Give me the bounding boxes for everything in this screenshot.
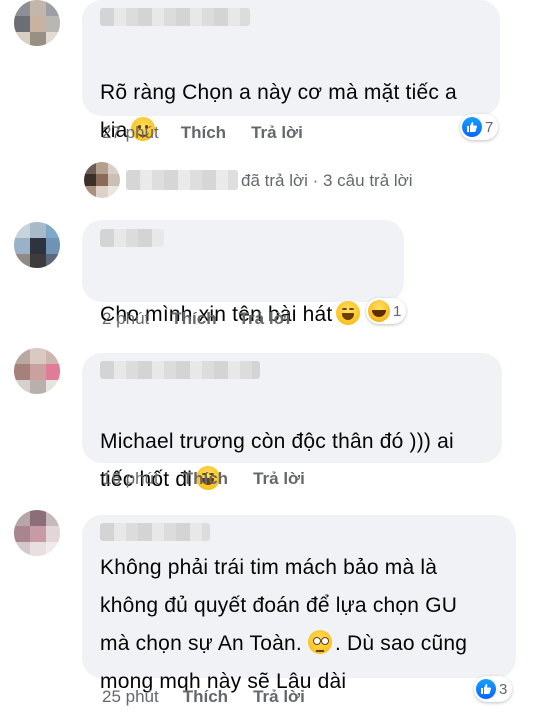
reply-button[interactable]: Trả lời [239,309,291,329]
reaction-count: 1 [393,302,402,320]
comment-meta: 16 phút Thích Trả lời [102,469,305,489]
like-button[interactable]: Thích [183,469,228,489]
comment-time[interactable]: 25 phút [102,687,159,707]
comment-bubble: Không phải trái tim mách bảo mà là không… [82,515,516,693]
haha-icon [368,300,390,322]
comment-line: Không phải trái tim mách bảo mà là [100,556,438,579]
comment-time[interactable]: 16 phút [102,469,159,489]
like-button[interactable]: Thích [183,687,228,707]
comment-bubble: Cho mình xin tên bài hát [82,220,404,326]
reaction-count-badge[interactable]: 3 [474,676,513,702]
comment-meta: 2 phút Thích Trả lời [102,309,290,329]
commenter-name[interactable] [100,8,250,26]
commenter-name[interactable] [100,229,164,247]
reaction-count-badge[interactable]: 1 [366,298,407,324]
comment-time[interactable]: 27 phút [102,123,159,143]
avatar[interactable] [14,348,60,394]
comment-bubble: Michael trương còn độc thân đó ))) ai ti… [82,353,502,491]
comment-meta: 25 phút Thích Trả lời [102,687,305,707]
reaction-count: 7 [485,118,494,136]
commenter-name[interactable] [100,523,210,541]
like-icon [462,117,482,137]
comment-time[interactable]: 2 phút [102,309,149,329]
reply-author-name[interactable] [126,170,238,190]
comment-line: không đủ quyết đoán để lựa chọn GU [100,594,458,617]
reply-button[interactable]: Trả lời [253,469,305,489]
reaction-count-badge[interactable]: 7 [460,114,499,140]
reaction-count: 3 [499,680,508,698]
view-replies-link[interactable]: đã trả lời · 3 câu trả lời [241,171,413,191]
tears-of-joy-icon [336,301,361,325]
avatar[interactable] [14,222,60,268]
comment-bubble: Rõ ràng Chọn a này cơ mà mặt tiếc a kia [82,0,500,142]
avatar[interactable] [14,0,60,46]
rolling-eyes-icon [307,630,332,654]
avatar[interactable] [14,510,60,556]
reply-button[interactable]: Trả lời [253,687,305,707]
reply-avatar[interactable] [84,162,120,198]
reply-button[interactable]: Trả lời [251,123,303,143]
commenter-name[interactable] [100,361,260,379]
like-icon [476,679,496,699]
comment-text: Không phải trái tim mách bảo mà là không… [100,549,467,701]
like-button[interactable]: Thích [181,123,226,143]
like-button[interactable]: Thích [171,309,216,329]
comment-meta: 27 phút Thích Trả lời [102,123,303,143]
comment-line: mà chọn sự An Toàn.. Dù sao cũng [100,630,468,655]
